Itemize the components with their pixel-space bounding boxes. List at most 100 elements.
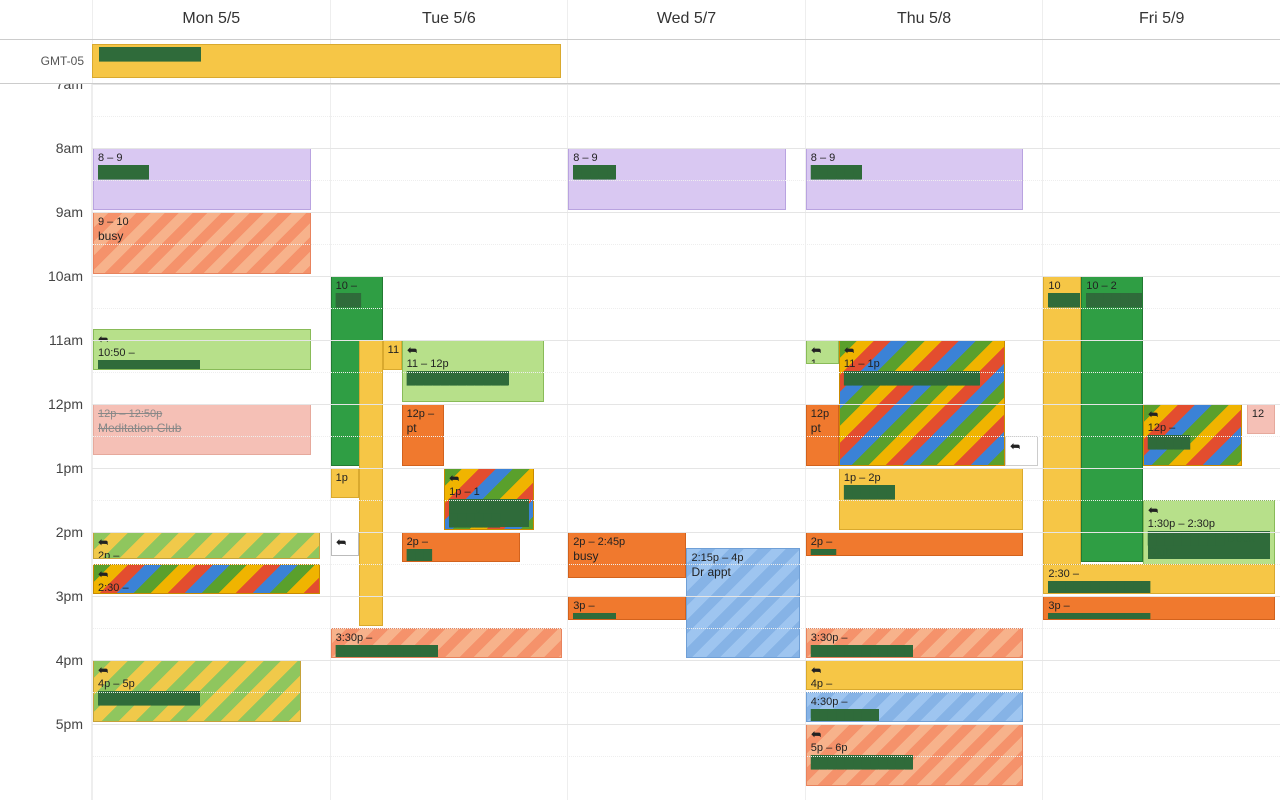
halfhour-gridline <box>92 500 1280 501</box>
event-time: 4p – 5p <box>98 677 296 691</box>
event-title: Biking in ██████ <box>449 513 529 527</box>
event-time: 1:30p – 2:30p <box>1148 517 1270 531</box>
day-header-mon[interactable]: Mon 5/5 <box>92 0 330 39</box>
calendar-event[interactable]: 3p –█████ <box>568 596 686 620</box>
calendar-event[interactable]: 1p <box>331 468 359 498</box>
calendar-event[interactable]: 3:30p –████████████ <box>806 628 1024 658</box>
calendar-event[interactable]: ➦4p –█████ <box>806 660 1024 690</box>
event-time: 12p – 12:50p <box>98 407 306 421</box>
event-time: 12p – <box>407 407 440 421</box>
event-time: 2p – <box>811 535 1019 549</box>
reply-icon: ➦ <box>1148 503 1158 517</box>
calendar-event[interactable]: ➦10:50 –████████████ <box>93 329 311 370</box>
event-title: ████████████ <box>407 371 509 385</box>
calendar-event[interactable]: ➦12p –█████ <box>1143 404 1242 466</box>
day-header-wed[interactable]: Wed 5/7 <box>567 0 805 39</box>
calendar-event[interactable]: 12p –pt <box>402 404 445 466</box>
calendar-event[interactable]: 1p – 2p██████ <box>839 468 1024 530</box>
event-title: ████████ <box>811 709 879 722</box>
calendar-event[interactable]: ➦11 – 1p████████████████ <box>839 340 1005 466</box>
reply-icon: ➦ <box>449 471 459 485</box>
hour-label: 11am <box>0 332 91 396</box>
calendar-event[interactable]: 2p –███ <box>402 532 520 562</box>
hour-gridline <box>92 148 1280 149</box>
calendar-event[interactable]: ➦4p – 5p████████████ <box>93 660 301 722</box>
allday-col-wed[interactable] <box>567 40 805 83</box>
calendar-event[interactable]: ➦ <box>331 532 359 556</box>
calendar-event[interactable]: 8 – 9██████ <box>806 148 1024 210</box>
event-title: ████████████ <box>811 755 913 769</box>
reply-icon: ➦ <box>336 535 346 549</box>
day-header-tue[interactable]: Tue 5/6 <box>330 0 568 39</box>
event-time: 10 – <box>336 279 378 293</box>
header-spacer <box>0 0 92 39</box>
event-title: Meditation Club <box>98 421 181 435</box>
event-title: █████████ Book Club <box>1148 545 1270 559</box>
day-header-fri[interactable]: Fri 5/9 <box>1042 0 1280 39</box>
halfhour-gridline <box>92 244 1280 245</box>
allday-col-thu[interactable] <box>805 40 1043 83</box>
event-time: 1p – 1 <box>449 485 529 499</box>
halfhour-gridline <box>92 756 1280 757</box>
calendar-event[interactable]: 8 – 9██████ <box>93 148 311 210</box>
halfhour-gridline <box>92 372 1280 373</box>
calendar-event[interactable]: 2:30 –████████████ <box>1043 564 1275 594</box>
reply-icon: ➦ <box>98 535 108 549</box>
hour-gridline <box>92 596 1280 597</box>
event-time: 2:30 – <box>1048 567 1270 581</box>
event-title: pt <box>407 421 417 435</box>
calendar-event[interactable]: 2p – 2:45pbusy <box>568 532 686 578</box>
calendar-event[interactable]: 10 – 2████████████ <box>1081 276 1143 562</box>
calendar-event[interactable] <box>359 340 383 626</box>
calendar-event[interactable]: ➦2:30 –██████ Weekly <box>93 564 320 594</box>
allday-event[interactable]: ████████████ <box>92 44 561 78</box>
calendar-event[interactable]: 12ppt <box>806 404 839 466</box>
event-title: ██████ <box>98 165 149 179</box>
calendar-event[interactable]: 3p –████████████ <box>1043 596 1275 620</box>
event-time: 5p – 6p <box>811 741 1019 755</box>
day-header-thu[interactable]: Thu 5/8 <box>805 0 1043 39</box>
calendar-event[interactable]: 4:30p –████████ <box>806 692 1024 722</box>
calendar-event[interactable]: 3:30p –████████████ <box>331 628 563 658</box>
event-title: ████████████ <box>98 691 200 705</box>
halfhour-gridline <box>92 180 1280 181</box>
calendar-event[interactable]: ➦2p –████████ Weekly ██ <box>93 532 320 559</box>
calendar-event[interactable]: 8 – 9█████ <box>568 148 786 210</box>
reply-icon: ➦ <box>407 343 417 357</box>
event-time: 8 – 9 <box>98 151 306 165</box>
calendar-event[interactable]: 9 – 10busy <box>93 212 311 274</box>
calendar-event[interactable]: ➦11 – 12p████████████ <box>402 340 544 402</box>
reply-icon: ➦ <box>1010 439 1020 453</box>
event-title: ████████████ <box>1048 613 1150 620</box>
event-time: 11 <box>388 343 397 357</box>
calendar-event[interactable]: ➦5p – 6p████████████ <box>806 724 1024 786</box>
halfhour-gridline <box>92 116 1280 117</box>
hour-label: 10am <box>0 268 91 332</box>
calendar-event[interactable]: 10████████████ <box>1043 276 1081 594</box>
hour-gridline <box>92 468 1280 469</box>
allday-col-fri[interactable] <box>1042 40 1280 83</box>
calendar-event[interactable]: ➦1p – 1 Biking in ██████ <box>444 468 534 530</box>
hour-label: 2pm <box>0 524 91 588</box>
event-time: 3:30p – <box>811 631 1019 645</box>
calendar-event[interactable]: ➦ <box>1005 436 1038 466</box>
reply-icon: ➦ <box>98 663 108 677</box>
calendar-event[interactable]: ➦1 <box>806 340 839 364</box>
event-time: 4:30p – <box>811 695 1019 709</box>
calendar-event[interactable]: 12 <box>1247 404 1275 434</box>
event-title: ████████████ <box>1048 581 1150 594</box>
allday-grid[interactable]: ████████████ <box>92 40 1280 83</box>
calendar-event[interactable]: 12p – 12:50pMeditation Club <box>93 404 311 455</box>
event-time: 2p – 2:45p <box>573 535 681 549</box>
event-time: 8 – 9 <box>811 151 1019 165</box>
time-grid: 7am8am9am10am11am12pm1pm2pm3pm4pm5pm 8 –… <box>0 84 1280 800</box>
calendar-event[interactable]: 2p –███ <box>806 532 1024 556</box>
hour-label: 12pm <box>0 396 91 460</box>
event-time: 1 <box>811 357 834 364</box>
halfhour-gridline <box>92 308 1280 309</box>
event-title: pt <box>811 421 821 435</box>
hour-gridline <box>92 532 1280 533</box>
event-time: 2:15p – 4p <box>691 551 795 565</box>
event-title: ███ <box>407 549 433 562</box>
calendar-event[interactable]: 11 <box>383 340 402 370</box>
